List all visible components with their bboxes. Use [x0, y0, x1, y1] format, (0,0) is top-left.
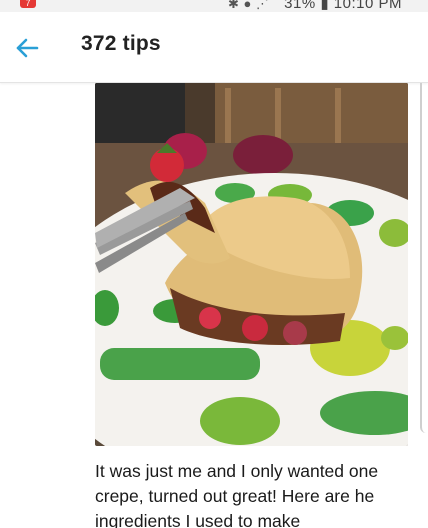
- status-bar: 7 ✱ ● ⋰ 31% ▮ 10:10 PM: [0, 0, 428, 12]
- crepe-photo-illustration: [95, 83, 408, 446]
- arrow-left-icon: [16, 38, 39, 58]
- mute-icon: ●: [243, 0, 252, 11]
- app-bar: 372 tips: [0, 12, 428, 83]
- page-title: 372 tips: [81, 32, 161, 55]
- battery-percent: 31%: [284, 0, 316, 12]
- tip-photo[interactable]: [95, 83, 408, 446]
- notification-badge: 7: [20, 0, 36, 8]
- tip-text: It was just me and I only wanted one cre…: [95, 461, 379, 528]
- next-card-edge: [420, 83, 428, 433]
- back-button[interactable]: [10, 31, 44, 65]
- status-icons: ✱ ● ⋰: [228, 0, 270, 12]
- bluetooth-icon: ✱: [227, 0, 240, 11]
- wifi-icon: ⋰: [255, 0, 270, 11]
- clock-time: 10:10 PM: [333, 0, 402, 12]
- status-indicators: ✱ ● ⋰ 31% ▮ 10:10 PM: [228, 0, 402, 12]
- battery-icon: ▮: [320, 0, 330, 12]
- tip-content: It was just me and I only wanted one cre…: [0, 83, 428, 528]
